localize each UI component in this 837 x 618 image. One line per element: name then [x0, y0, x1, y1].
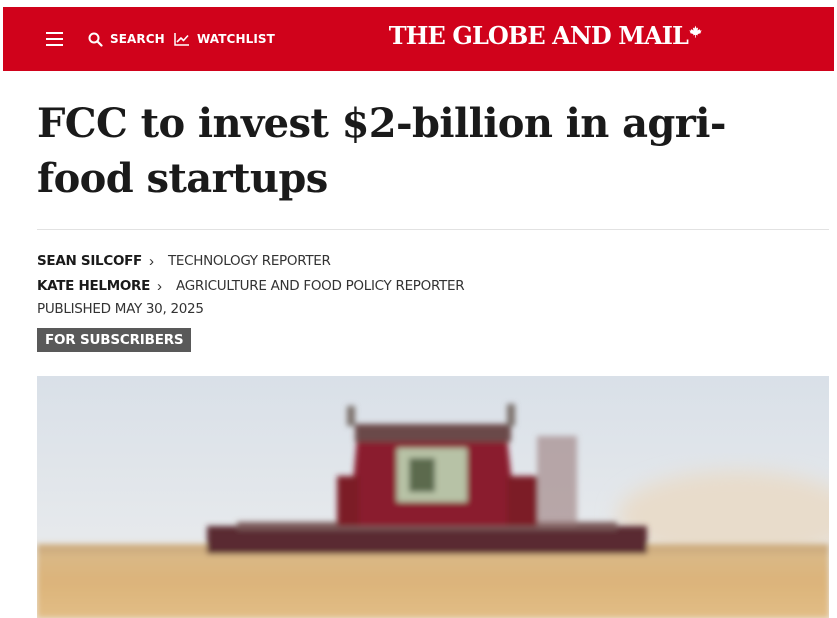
- author-role: AGRICULTURE AND FOOD POLICY REPORTER: [176, 278, 465, 294]
- hero-image: [37, 376, 829, 618]
- byline-row: KATE HELMORE › AGRICULTURE AND FOOD POLI…: [37, 276, 465, 296]
- maple-leaf-icon: [689, 25, 702, 38]
- watchlist-button[interactable]: WATCHLIST: [174, 30, 275, 48]
- site-logo[interactable]: THE GLOBE AND MAIL: [389, 21, 702, 50]
- hamburger-icon-bottom-bar: [46, 44, 63, 46]
- logo-text: THE GLOBE AND MAIL: [388, 21, 689, 50]
- hamburger-icon: [46, 32, 63, 34]
- author-link[interactable]: KATE HELMORE: [37, 278, 150, 294]
- author-role: TECHNOLOGY REPORTER: [167, 253, 331, 269]
- subscribers-badge: FOR SUBSCRIBERS: [37, 328, 192, 352]
- search-button[interactable]: SEARCH: [88, 30, 165, 48]
- article-headline: FCC to invest $2-billion in agri-food st…: [37, 100, 726, 202]
- watchlist-label: WATCHLIST: [197, 32, 275, 46]
- trend-line-icon: [174, 33, 189, 46]
- search-label: SEARCH: [110, 32, 165, 46]
- chevron-right-icon: ›: [157, 277, 163, 295]
- author-link[interactable]: SEAN SILCOFF: [37, 253, 142, 269]
- search-icon: [88, 32, 103, 47]
- top-navigation-bar: SEARCH WATCHLIST THE GLOBE AND MAIL: [3, 7, 834, 71]
- chevron-right-icon: ›: [148, 252, 154, 270]
- byline-row: SEAN SILCOFF › TECHNOLOGY REPORTER: [37, 251, 331, 271]
- published-date: PUBLISHED MAY 30, 2025: [37, 301, 204, 317]
- headline-divider: [37, 229, 829, 230]
- menu-button[interactable]: [45, 29, 65, 49]
- hamburger-icon-middle-bar: [46, 38, 63, 40]
- combine-harvester-photo: [37, 376, 829, 618]
